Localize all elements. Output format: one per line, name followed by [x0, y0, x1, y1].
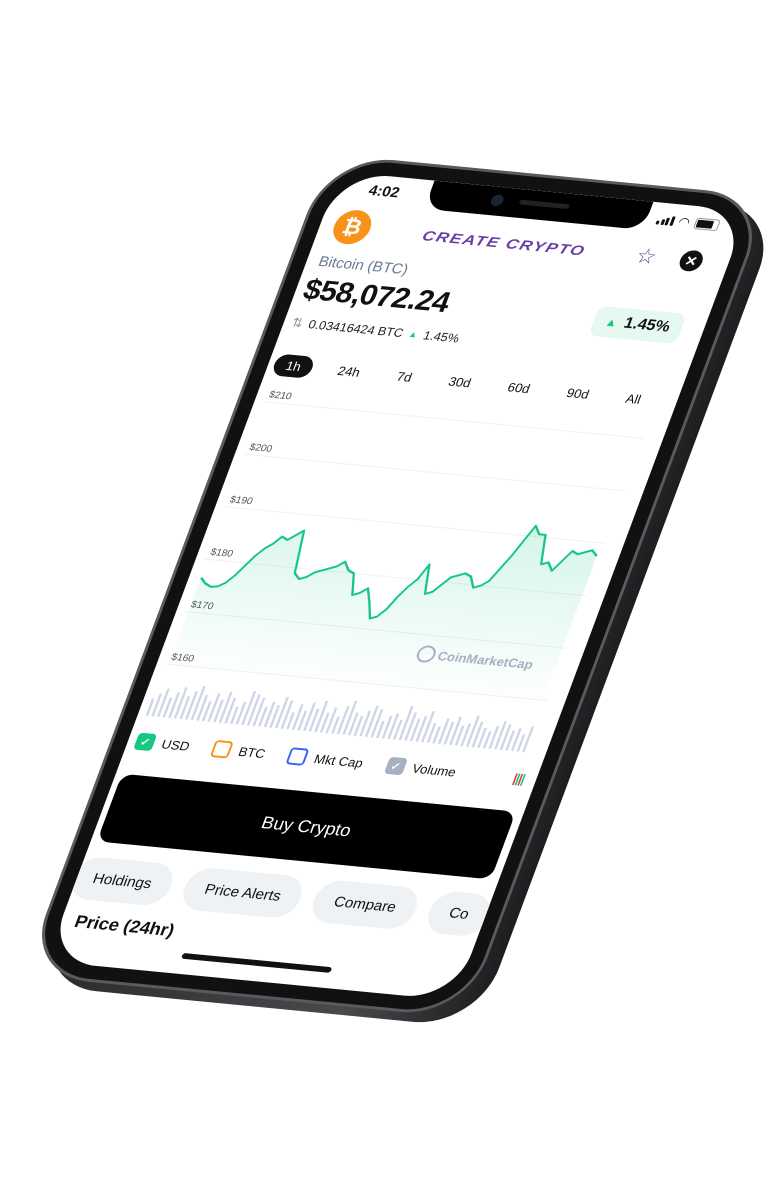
conversion-row: ⇅ 0.03416424 BTC ▲ 1.45%: [289, 315, 462, 346]
phone-body: 4:02 ◠ ₿ CREATE CRYPTO ☆ ✕ Bitcoin (BTC)…: [27, 157, 767, 1015]
volume-bar: [325, 707, 338, 734]
volume-bar: [291, 704, 304, 730]
legend-mkt-cap[interactable]: Mkt Cap: [285, 747, 366, 771]
close-icon[interactable]: ✕: [676, 249, 707, 273]
y-tick-label: $180: [209, 547, 235, 560]
tab-90d[interactable]: 90d: [551, 381, 605, 407]
legend-label: Mkt Cap: [312, 751, 366, 770]
change-percent: 1.45%: [421, 328, 462, 346]
tab-1h[interactable]: 1h: [270, 353, 317, 379]
volume-bar: [336, 705, 350, 735]
legend-label: USD: [159, 736, 193, 754]
chip-holdings[interactable]: Holdings: [65, 855, 180, 908]
volume-bar: [499, 724, 512, 750]
up-triangle-icon: ▲: [407, 329, 420, 340]
candlestick-icon[interactable]: ||||: [511, 770, 527, 785]
coin-name: Bitcoin (BTC): [315, 253, 411, 279]
volume-bar: [415, 716, 428, 742]
chip-price-alerts[interactable]: Price Alerts: [177, 866, 309, 920]
volume-bar: [252, 697, 266, 727]
volume-bar: [196, 695, 209, 721]
change-badge: ▲ 1.45%: [588, 305, 687, 345]
status-time: 4:02: [366, 182, 402, 202]
chip-co[interactable]: Co: [421, 889, 497, 938]
speaker-grille: [518, 199, 571, 210]
brand-logo: CREATE CRYPTO: [419, 227, 588, 259]
volume-bar: [387, 713, 400, 740]
btc-amount: 0.03416424 BTC: [306, 317, 406, 340]
swap-icon[interactable]: ⇅: [289, 315, 306, 331]
camera-icon: [489, 194, 506, 207]
volume-bar: [437, 718, 450, 745]
legend-volume[interactable]: ✓ Volume: [383, 756, 459, 781]
wifi-icon: ◠: [676, 214, 693, 230]
volume-bar: [370, 709, 384, 738]
tab-7d[interactable]: 7d: [381, 364, 427, 389]
checkbox-icon[interactable]: [285, 747, 310, 766]
volume-bar: [207, 693, 221, 722]
legend-label: BTC: [236, 743, 268, 761]
home-indicator[interactable]: [180, 952, 333, 973]
volume-bar: [303, 702, 316, 732]
change-badge-value: 1.45%: [621, 315, 673, 336]
tab-24h[interactable]: 24h: [322, 359, 376, 385]
tab-all[interactable]: All: [610, 386, 656, 411]
star-icon[interactable]: ☆: [632, 243, 660, 269]
volume-bar: [494, 721, 507, 750]
y-tick-label: $210: [267, 390, 293, 403]
checkbox-icon[interactable]: [210, 739, 235, 759]
tab-60d[interactable]: 60d: [492, 375, 546, 401]
volume-bar: [168, 692, 181, 718]
coin-price: $58,072.24: [298, 273, 455, 319]
checkbox-icon[interactable]: ✓: [383, 756, 408, 776]
battery-icon: [692, 217, 721, 232]
volume-bar: [404, 712, 418, 741]
legend-label: Volume: [410, 760, 459, 779]
status-icons: ◠: [654, 212, 721, 233]
volume-bar: [280, 700, 294, 729]
section-heading: Price (24hr): [71, 911, 178, 940]
y-tick-label: $200: [248, 442, 274, 455]
volume-bar: [224, 697, 237, 724]
y-tick-label: $190: [228, 495, 254, 508]
legend-usd[interactable]: ✓ USD: [133, 732, 193, 755]
up-triangle-icon: ▲: [603, 315, 620, 330]
phone-screen: 4:02 ◠ ₿ CREATE CRYPTO ☆ ✕ Bitcoin (BTC)…: [46, 171, 748, 1001]
checkbox-icon[interactable]: ✓: [133, 732, 158, 752]
volume-bar: [449, 716, 462, 746]
bitcoin-icon: ₿: [328, 208, 377, 246]
signal-icon: [655, 215, 676, 226]
gridline: [242, 453, 626, 492]
gridline: [262, 401, 645, 439]
price-area: [168, 525, 597, 701]
tab-30d[interactable]: 30d: [433, 369, 487, 395]
legend-btc[interactable]: BTC: [210, 739, 268, 762]
volume-bar: [185, 691, 198, 720]
notch: [424, 180, 654, 230]
chip-compare[interactable]: Compare: [306, 878, 424, 931]
volume-bar: [263, 701, 276, 728]
volume-bar: [359, 710, 372, 737]
volume-bar: [522, 726, 534, 753]
volume-bar: [156, 688, 170, 717]
volume-bar: [471, 721, 484, 748]
